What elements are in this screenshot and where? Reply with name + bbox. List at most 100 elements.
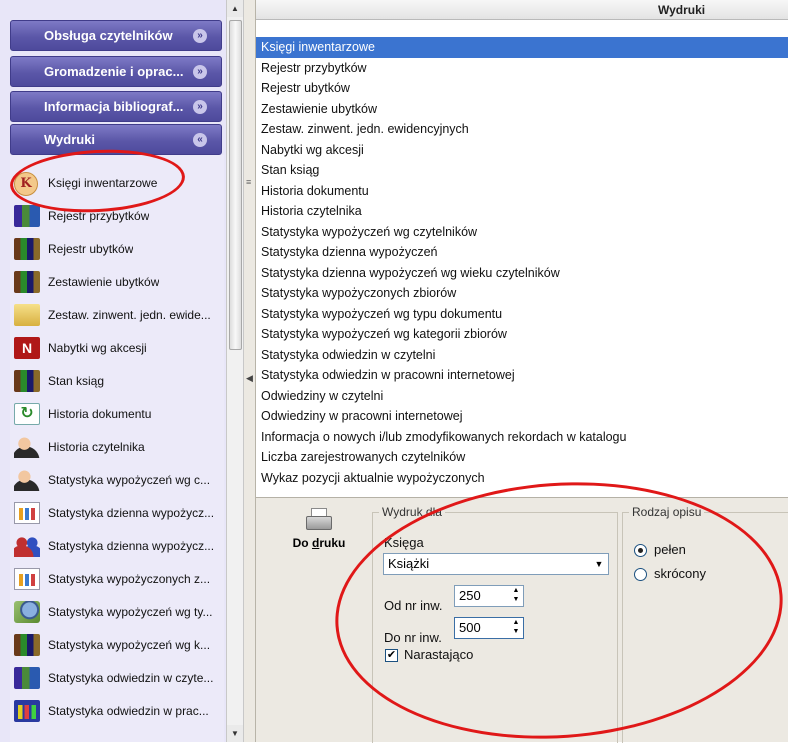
sidebar-item-ksiegi-inwentarzowe[interactable]: K Księgi inwentarzowe [10, 166, 224, 199]
sidebar-item-statystyka-wg-czytelnikow[interactable]: Statystyka wypożyczeń wg c... [10, 463, 224, 496]
scroll-up-icon[interactable]: ▲ [227, 0, 243, 17]
sidebar-item-statystyka-wypozyczonych[interactable]: Statystyka wypożyczonych z... [10, 562, 224, 595]
sidebar-item-historia-dokumentu[interactable]: ↻ Historia dokumentu [10, 397, 224, 430]
od-nr-inw-value: 250 [459, 588, 481, 603]
sidebar-item-rejestr-ubytkow[interactable]: Rejestr ubytków [10, 232, 224, 265]
sidebar-item-label: Księgi inwentarzowe [48, 175, 158, 190]
sidebar-item-stan-ksiag[interactable]: Stan ksiąg [10, 364, 224, 397]
list-item[interactable]: Statystyka wypożyczeń wg typu dokumentu [256, 304, 788, 325]
list-item[interactable]: Księgi inwentarzowe [256, 37, 788, 58]
bookshelf-icon [14, 369, 40, 392]
list-item[interactable]: Statystyka wypożyczonych zbiorów [256, 283, 788, 304]
list-item[interactable]: Zestawienie ubytków [256, 99, 788, 120]
do-nr-inw-spinner[interactable]: 500 ▲ ▼ [454, 617, 524, 639]
narastajaco-checkbox[interactable]: ✔ [385, 649, 398, 662]
ksiega-select[interactable]: Książki ▼ [383, 553, 609, 575]
splitter-grip-icon[interactable]: ≡ [246, 178, 254, 192]
list-item[interactable]: Rejestr przybytków [256, 58, 788, 79]
ksiega-value: Książki [388, 556, 430, 571]
monitor-chart-icon [14, 699, 40, 722]
list-item[interactable]: Statystyka dzienna wypożyczeń [256, 242, 788, 263]
books-list-icon [14, 270, 40, 293]
panel-splitter[interactable]: ≡ ◀ [244, 0, 256, 742]
chevron-down-icon[interactable]: » [193, 100, 207, 114]
chart-icon [14, 567, 40, 590]
radio-skrocony[interactable] [634, 568, 647, 581]
list-item[interactable]: Zestaw. zinwent. jedn. ewidencyjnych [256, 119, 788, 140]
list-item[interactable]: Statystyka odwiedzin w czytelni [256, 345, 788, 366]
list-item[interactable]: Informacja o nowych i/lub zmodyfikowanyc… [256, 427, 788, 448]
magnifier-icon [14, 600, 40, 623]
od-nr-inw-spinner[interactable]: 250 ▲ ▼ [454, 585, 524, 607]
list-item[interactable]: Statystyka wypożyczeń wg kategorii zbior… [256, 324, 788, 345]
sidebar-item-zestawienie-ubytkow[interactable]: Zestawienie ubytków [10, 265, 224, 298]
print-button[interactable]: Do druku [274, 508, 364, 568]
sidebar-item-rejestr-przybytkow[interactable]: Rejestr przybytków [10, 199, 224, 232]
narastajaco-label: Narastająco [404, 647, 474, 662]
list-item[interactable]: Odwiedziny w pracowni internetowej [256, 406, 788, 427]
sidebar-item-label: Statystyka wypożyczonych z... [48, 571, 211, 586]
list-item[interactable]: Rejestr ubytków [256, 78, 788, 99]
list-item[interactable]: Historia dokumentu [256, 181, 788, 202]
sidebar-item-statystyka-wg-kategorii[interactable]: Statystyka wypożyczeń wg k... [10, 628, 224, 661]
radio-pelen-label: pełen [654, 542, 686, 557]
sidebar-item-statystyka-odwiedzin-pracownia[interactable]: Statystyka odwiedzin w prac... [10, 694, 224, 727]
sidebar-item-label: Historia dokumentu [48, 406, 152, 421]
scroll-down-icon[interactable]: ▼ [227, 725, 243, 742]
chevron-down-icon[interactable]: ▼ [590, 554, 608, 574]
books-chart-icon [14, 666, 40, 689]
group-label: Wydruki [44, 132, 96, 147]
list-item[interactable]: Wykaz zaległości [256, 488, 788, 492]
sidebar-item-statystyka-dzienna-wiek[interactable]: Statystyka dzienna wypożycz... [10, 529, 224, 562]
spinner-arrows-icon[interactable]: ▲ ▼ [509, 586, 523, 606]
sidebar-scrollbar[interactable]: ▲ ▼ [226, 0, 244, 742]
group-informacja-bibliograficzna[interactable]: Informacja bibliograf... » [10, 91, 222, 122]
sidebar-item-nabytki-wg-akcesji[interactable]: N Nabytki wg akcesji [10, 331, 224, 364]
list-item[interactable]: Statystyka dzienna wypożyczeń wg wieku c… [256, 263, 788, 284]
reader-stats-icon [14, 468, 40, 491]
sidebar-item-statystyka-dzienna[interactable]: Statystyka dzienna wypożycz... [10, 496, 224, 529]
list-item[interactable]: Statystyka odwiedzin w pracowni internet… [256, 365, 788, 386]
sidebar: Obsługa czytelników » Gromadzenie i opra… [0, 0, 226, 742]
chevron-down-icon[interactable]: » [193, 65, 207, 79]
sidebar-item-label: Statystyka wypożyczeń wg c... [48, 472, 211, 487]
collapse-left-icon[interactable]: ◀ [246, 373, 253, 384]
list-item[interactable]: Nabytki wg akcesji [256, 140, 788, 161]
group-wydruki[interactable]: Wydruki « [10, 124, 222, 155]
sidebar-item-label: Statystyka wypożyczeń wg k... [48, 637, 211, 652]
group-label: Gromadzenie i oprac... [44, 64, 184, 79]
group-label: Obsługa czytelników [44, 28, 173, 43]
spinner-arrows-icon[interactable]: ▲ ▼ [509, 618, 523, 638]
chevron-up-icon[interactable]: « [193, 133, 207, 147]
group-gromadzenie[interactable]: Gromadzenie i oprac... » [10, 56, 222, 87]
scrollbar-thumb[interactable] [229, 20, 242, 350]
sidebar-item-label: Statystyka odwiedzin w czyte... [48, 670, 214, 685]
radio-pelen[interactable] [634, 544, 647, 557]
do-nr-inw-value: 500 [459, 620, 481, 635]
group-label: Informacja bibliograf... [44, 99, 184, 114]
list-item[interactable]: Liczba zarejestrowanych czytelników [256, 447, 788, 468]
books-add-icon [14, 204, 40, 227]
sidebar-item-label: Statystyka odwiedzin w prac... [48, 703, 209, 718]
list-item[interactable]: Statystyka wypożyczeń wg czytelników [256, 222, 788, 243]
ledger-k-icon: K [14, 171, 40, 196]
chevron-down-icon[interactable]: » [193, 29, 207, 43]
sidebar-item-zestaw-zinwent[interactable]: Zestaw. zinwent. jedn. ewide... [10, 298, 224, 331]
sidebar-item-historia-czytelnika[interactable]: Historia czytelnika [10, 430, 224, 463]
printer-icon [306, 508, 332, 530]
list-item[interactable]: Odwiedziny w czytelni [256, 386, 788, 407]
wydruk-dla-group: Wydruk dla Księga Książki ▼ Od nr inw. 2… [372, 505, 618, 743]
list-item[interactable]: Wykaz pozycji aktualnie wypożyczonych [256, 468, 788, 489]
sidebar-item-label: Zestaw. zinwent. jedn. ewide... [48, 307, 211, 322]
check-icon: ✔ [386, 649, 397, 661]
list-item[interactable]: Stan ksiąg [256, 160, 788, 181]
folder-icon [14, 303, 40, 326]
sidebar-item-statystyka-wg-typu[interactable]: Statystyka wypożyczeń wg ty... [10, 595, 224, 628]
report-list[interactable]: Księgi inwentarzowe Rejestr przybytków Rej… [256, 37, 788, 492]
sidebar-item-statystyka-odwiedzin-czytelnia[interactable]: Statystyka odwiedzin w czyte... [10, 661, 224, 694]
wydruk-dla-legend: Wydruk dla [379, 505, 445, 519]
list-item[interactable]: Historia czytelnika [256, 201, 788, 222]
sidebar-item-label: Statystyka wypożyczeń wg ty... [48, 604, 213, 619]
print-button-label: Do druku [292, 536, 346, 550]
group-obsluga-czytelnikow[interactable]: Obsługa czytelników » [10, 20, 222, 51]
